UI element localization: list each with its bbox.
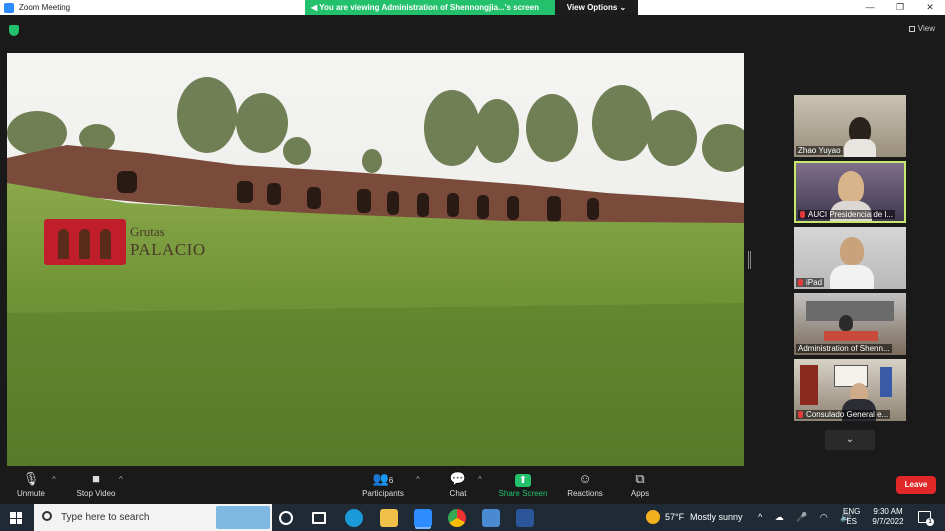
leave-button[interactable]: Leave <box>896 476 936 494</box>
word-icon[interactable] <box>516 509 534 527</box>
panel-resize-handle[interactable] <box>748 251 751 269</box>
view-options-button[interactable]: View Options ⌄ <box>555 0 638 15</box>
taskbar-search-box[interactable]: Type here to search <box>34 504 272 531</box>
security-shield-icon[interactable] <box>9 25 19 36</box>
layout-icon <box>908 26 915 32</box>
search-icon <box>42 511 52 521</box>
participant-tile[interactable]: iPad <box>794 227 906 289</box>
smiley-icon: ☺ <box>578 471 592 486</box>
muted-mic-icon: 🎙 <box>22 471 40 486</box>
participant-name-label: Zhao Yuyao <box>796 146 843 155</box>
participant-tile[interactable]: Consulado General e... <box>794 359 906 421</box>
search-placeholder: Type here to search <box>61 512 150 523</box>
notification-center-icon[interactable]: 1 <box>918 511 934 526</box>
reactions-button[interactable]: ☺ Reactions <box>565 471 605 498</box>
unmute-button[interactable]: 🎙 Unmute <box>14 471 48 498</box>
edge-browser-icon[interactable] <box>345 509 363 527</box>
search-highlight-image <box>216 506 270 529</box>
weather-widget[interactable]: 57°F Mostly sunny <box>646 504 756 531</box>
file-explorer-icon[interactable] <box>380 509 398 527</box>
window-title: Zoom Meeting <box>19 3 71 12</box>
participant-name-label: Consulado General e... <box>796 410 891 419</box>
participant-tile[interactable]: Administration of Shenn... <box>794 293 906 355</box>
muted-mic-icon <box>798 411 803 418</box>
restore-button[interactable]: ❐ <box>885 0 915 15</box>
logo-mark <box>44 219 126 265</box>
participants-options-caret-icon[interactable]: ^ <box>416 475 420 484</box>
sun-cloud-icon <box>646 510 660 524</box>
windows-taskbar: Type here to search 57°F Mostly sunny ^ … <box>0 504 945 531</box>
participant-name-label: Administration of Shenn... <box>796 344 892 353</box>
close-button[interactable]: ✕ <box>915 0 945 15</box>
system-tray-icons[interactable]: ^ ☁ 🎤 ◠ 🔊 <box>758 512 857 523</box>
video-options-caret-icon[interactable]: ^ <box>119 475 123 484</box>
video-camera-icon: ■ <box>92 471 100 486</box>
stop-video-button[interactable]: ■ Stop Video <box>73 471 119 498</box>
meeting-area: View Grutas PALACIO Zhao Yuyao AUCI Pres… <box>0 15 945 467</box>
participants-button[interactable]: 👥6 Participants <box>359 471 407 498</box>
zoom-taskbar-icon[interactable] <box>414 509 432 527</box>
share-screen-button[interactable]: ⬆ Share Screen <box>497 471 549 498</box>
minimize-button[interactable]: — <box>855 0 885 15</box>
logo-line1: Grutas <box>130 224 165 239</box>
muted-mic-icon <box>798 279 803 286</box>
share-banner-text: ◀ You are viewing Administration of Shen… <box>305 0 555 15</box>
input-language-indicator[interactable]: ENG ES <box>843 507 860 527</box>
task-view-icon[interactable] <box>312 512 326 524</box>
participant-tile[interactable]: Zhao Yuyao <box>794 95 906 157</box>
chrome-browser-icon[interactable] <box>448 509 466 527</box>
windows-start-icon[interactable] <box>10 512 22 524</box>
grutas-palacio-logo: Grutas PALACIO <box>44 219 206 265</box>
audio-options-caret-icon[interactable]: ^ <box>52 475 56 484</box>
window-controls: — ❐ ✕ <box>855 0 945 15</box>
logo-line2: PALACIO <box>130 240 206 259</box>
taskbar-clock[interactable]: 9:30 AM 9/7/2022 <box>868 507 908 527</box>
muted-mic-icon <box>800 211 805 218</box>
chat-options-caret-icon[interactable]: ^ <box>478 475 482 484</box>
chat-bubble-icon: 💬 <box>449 471 467 486</box>
view-layout-button[interactable]: View <box>908 24 935 33</box>
shared-screen: Grutas PALACIO <box>7 53 744 466</box>
zoom-app-icon <box>4 2 14 13</box>
meeting-toolbar: 🎙 Unmute ^ ■ Stop Video ^ 👥6 Participant… <box>0 467 945 504</box>
speaker-icon: ◀ <box>311 3 320 12</box>
app-icon[interactable] <box>482 509 500 527</box>
notification-count: 1 <box>926 518 934 526</box>
participant-name-label: iPad <box>796 278 825 287</box>
screen-share-banner: ◀ You are viewing Administration of Shen… <box>305 0 638 15</box>
apps-button[interactable]: ⧉ Apps <box>627 471 653 498</box>
participant-name-label: AUCI Presidencia de l... <box>798 210 895 219</box>
scroll-down-thumbnails-button[interactable]: ⌄ <box>825 430 875 450</box>
participants-count: 6 <box>388 476 394 485</box>
participant-thumbnails: Zhao Yuyao AUCI Presidencia de l... iPad… <box>794 95 906 425</box>
participants-icon: 👥6 <box>372 471 394 486</box>
cortana-icon[interactable] <box>279 511 293 525</box>
chevron-down-icon: ⌄ <box>845 434 855 445</box>
apps-icon: ⧉ <box>635 471 645 486</box>
participant-tile-active-speaker[interactable]: AUCI Presidencia de l... <box>794 161 906 223</box>
chat-button[interactable]: 💬 Chat <box>444 471 472 498</box>
share-screen-arrow-icon: ⬆ <box>515 474 531 487</box>
